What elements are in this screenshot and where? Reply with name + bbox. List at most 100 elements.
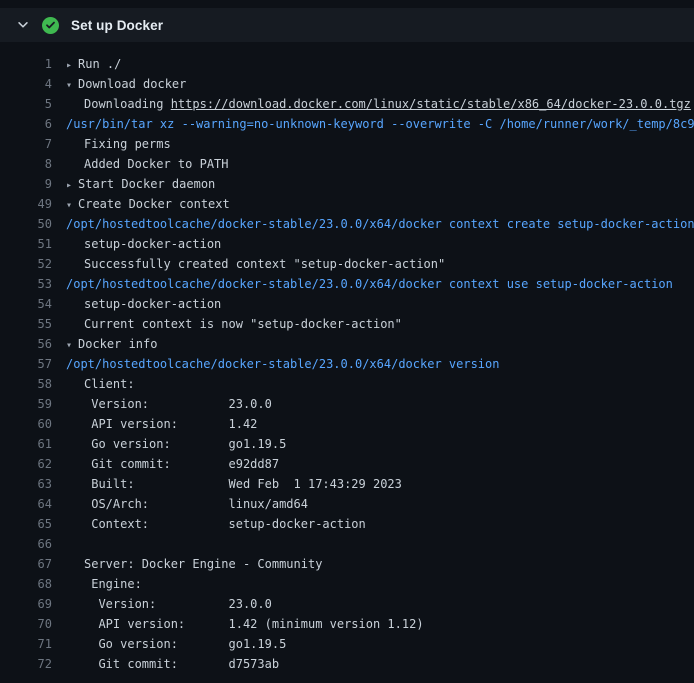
line-number[interactable]: 50 [0, 214, 52, 234]
line-number[interactable]: 70 [0, 614, 52, 634]
log-line[interactable]: 69 Version: 23.0.0 [0, 594, 694, 614]
log-text: Version: 23.0.0 [84, 597, 272, 611]
line-number[interactable]: 54 [0, 294, 52, 314]
log-line[interactable]: 9 ▸Start Docker daemon [0, 174, 694, 194]
command-text: /opt/hostedtoolcache/docker-stable/23.0.… [66, 277, 673, 291]
line-number[interactable]: 63 [0, 474, 52, 494]
log-line[interactable]: 5Downloading https://download.docker.com… [0, 94, 694, 114]
log-line[interactable]: 6/usr/bin/tar xz --warning=no-unknown-ke… [0, 114, 694, 134]
line-number[interactable]: 9 [0, 174, 52, 194]
log-line[interactable]: 7Fixing perms [0, 134, 694, 154]
log-lines: 1▸Run ./4▾Download docker5Downloading ht… [0, 42, 694, 683]
line-content: API version: 1.42 (minimum version 1.12) [66, 614, 424, 634]
line-number[interactable]: 6 [0, 114, 52, 134]
log-text: Start Docker daemon [78, 177, 215, 191]
log-line[interactable]: 64 OS/Arch: linux/amd64 [0, 494, 694, 514]
line-content: ▸Run ./ [66, 54, 121, 74]
link-text[interactable]: https://download.docker.com/linux/static… [171, 97, 691, 111]
log-line[interactable]: 70 API version: 1.42 (minimum version 1.… [0, 614, 694, 634]
log-line[interactable]: 61 Go version: go1.19.5 [0, 434, 694, 454]
line-content: setup-docker-action [66, 294, 221, 314]
log-line[interactable]: 8 Added Docker to PATH [0, 154, 694, 174]
line-number[interactable]: 60 [0, 414, 52, 434]
line-number[interactable]: 72 [0, 654, 52, 674]
group-expanded-icon[interactable]: ▾ [66, 336, 78, 354]
line-content: Context: setup-docker-action [66, 514, 366, 534]
line-number[interactable]: 69 [0, 594, 52, 614]
line-number[interactable]: 67 [0, 554, 52, 574]
log-line[interactable]: 53/opt/hostedtoolcache/docker-stable/23.… [0, 274, 694, 294]
log-line[interactable]: 63 Built: Wed Feb 1 17:43:29 2023 [0, 474, 694, 494]
log-line[interactable]: 49▾Create Docker context [0, 194, 694, 214]
log-text: OS/Arch: linux/amd64 [84, 497, 308, 511]
line-number[interactable]: 68 [0, 574, 52, 594]
log-line[interactable]: 60 API version: 1.42 [0, 414, 694, 434]
line-number[interactable]: 51 [0, 234, 52, 254]
chevron-down-icon[interactable] [16, 18, 30, 32]
line-content: Current context is now "setup-docker-act… [66, 314, 402, 334]
line-content: /opt/hostedtoolcache/docker-stable/23.0.… [66, 274, 673, 294]
line-content: Built: Wed Feb 1 17:43:29 2023 [66, 474, 402, 494]
line-content: OS/Arch: linux/amd64 [66, 494, 308, 514]
log-line[interactable]: 67Server: Docker Engine - Community [0, 554, 694, 574]
line-content: Go version: go1.19.5 [66, 634, 286, 654]
line-number[interactable]: 64 [0, 494, 52, 514]
workflow-log-panel: Set up Docker 1▸Run ./4▾Download docker5… [0, 0, 694, 683]
log-text: Built: Wed Feb 1 17:43:29 2023 [84, 477, 402, 491]
log-line[interactable]: 57/opt/hostedtoolcache/docker-stable/23.… [0, 354, 694, 374]
line-number[interactable]: 58 [0, 374, 52, 394]
line-number[interactable]: 62 [0, 454, 52, 474]
line-number[interactable]: 61 [0, 434, 52, 454]
line-number[interactable]: 55 [0, 314, 52, 334]
log-line[interactable]: 65 Context: setup-docker-action [0, 514, 694, 534]
log-text: API version: 1.42 (minimum version 1.12) [84, 617, 424, 631]
log-line[interactable]: 55 Current context is now "setup-docker-a… [0, 314, 694, 334]
log-line[interactable]: 51setup-docker-action [0, 234, 694, 254]
line-number[interactable]: 7 [0, 134, 52, 154]
line-number[interactable]: 52 [0, 254, 52, 274]
line-number[interactable]: 59 [0, 394, 52, 414]
log-line[interactable]: 66 [0, 534, 694, 554]
log-line[interactable]: 50/opt/hostedtoolcache/docker-stable/23.… [0, 214, 694, 234]
log-line[interactable]: 52Successfully created context "setup-do… [0, 254, 694, 274]
log-line[interactable]: 71 Go version: go1.19.5 [0, 634, 694, 654]
log-line[interactable]: 54 setup-docker-action [0, 294, 694, 314]
log-line[interactable]: 56 ▾Docker info [0, 334, 694, 354]
group-collapsed-icon[interactable]: ▸ [66, 176, 78, 194]
line-number[interactable]: 56 [0, 334, 52, 354]
log-line[interactable]: 68 Engine: [0, 574, 694, 594]
line-number[interactable]: 57 [0, 354, 52, 374]
line-content: Added Docker to PATH [66, 154, 229, 174]
line-content: /opt/hostedtoolcache/docker-stable/23.0.… [66, 214, 694, 234]
step-header[interactable]: Set up Docker [0, 8, 694, 42]
log-text: Download docker [78, 77, 186, 91]
log-line[interactable]: 1 ▸Run ./ [0, 54, 694, 74]
log-line[interactable]: 62 Git commit: e92dd87 [0, 454, 694, 474]
line-number[interactable]: 8 [0, 154, 52, 174]
line-number[interactable]: 49 [0, 194, 52, 214]
line-number[interactable]: 5 [0, 94, 52, 114]
line-number[interactable]: 65 [0, 514, 52, 534]
log-line[interactable]: 58 Client: [0, 374, 694, 394]
line-number[interactable]: 1 [0, 54, 52, 74]
group-collapsed-icon[interactable]: ▸ [66, 56, 78, 74]
line-number[interactable]: 53 [0, 274, 52, 294]
line-number[interactable]: 4 [0, 74, 52, 94]
log-text: Go version: go1.19.5 [84, 637, 286, 651]
group-expanded-icon[interactable]: ▾ [66, 76, 78, 94]
log-text: Client: [84, 377, 135, 391]
line-content: Version: 23.0.0 [66, 594, 272, 614]
line-content: Client: [66, 374, 135, 394]
group-expanded-icon[interactable]: ▾ [66, 196, 78, 214]
log-text: Added Docker to PATH [84, 157, 229, 171]
log-line[interactable]: 72 Git commit: d7573ab [0, 654, 694, 674]
log-line[interactable]: 59 Version: 23.0.0 [0, 394, 694, 414]
log-line[interactable]: 4 ▾Download docker [0, 74, 694, 94]
line-content: ▾Docker info [66, 334, 157, 354]
log-text: Run ./ [78, 57, 121, 71]
line-number[interactable]: 66 [0, 534, 52, 554]
line-number[interactable]: 71 [0, 634, 52, 654]
command-text: /opt/hostedtoolcache/docker-stable/23.0.… [66, 357, 499, 371]
line-content: Engine: [66, 574, 142, 594]
line-content: Git commit: d7573ab [66, 654, 279, 674]
